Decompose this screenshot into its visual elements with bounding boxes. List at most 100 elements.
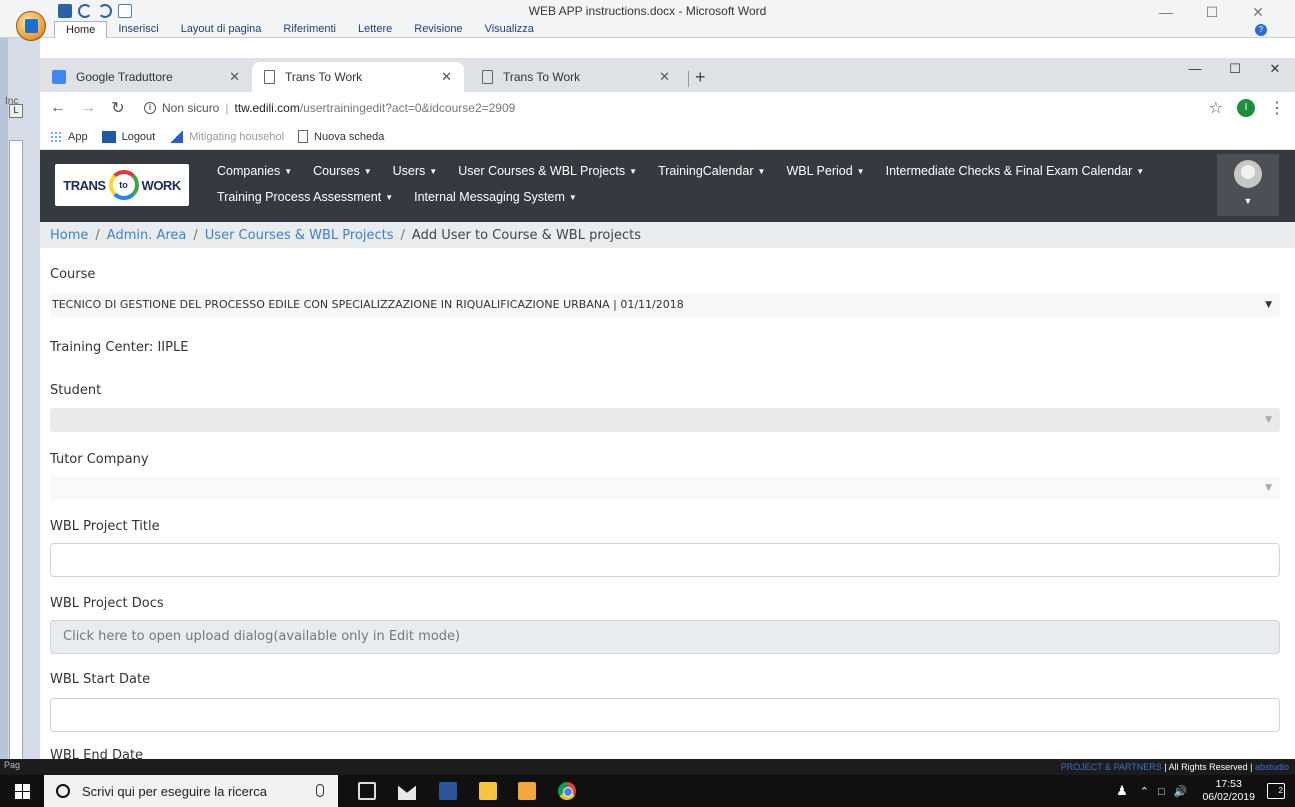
ruler-tab-selector[interactable]: L <box>9 104 23 118</box>
mail-icon[interactable] <box>398 785 416 800</box>
bookmark-nuova-scheda[interactable]: Nuova scheda <box>298 130 384 143</box>
nav-label: Companies <box>217 164 281 178</box>
word-title-bar: WEB APP instructions.docx - Microsoft Wo… <box>0 0 1295 38</box>
breadcrumb: Home / Admin. Area / User Courses & WBL … <box>40 222 1295 248</box>
tab-title: Trans To Work <box>285 70 363 84</box>
close-tab-icon[interactable]: ✕ <box>659 69 670 85</box>
microphone-icon[interactable] <box>316 784 324 797</box>
clock-time: 17:53 <box>1215 778 1242 790</box>
profile-avatar-icon[interactable]: I <box>1237 99 1255 117</box>
ribbon-tab-revisione[interactable]: Revisione <box>403 21 473 38</box>
browser-tab-trans-to-work[interactable]: Trans To Work ✕ <box>470 62 682 92</box>
chrome-icon[interactable] <box>558 782 576 800</box>
course-select[interactable]: TECNICO DI GESTIONE DEL PROCESSO EDILE C… <box>50 293 1280 317</box>
nav-messaging[interactable]: Internal Messaging System ▼ <box>414 190 577 204</box>
breadcrumb-separator: / <box>193 227 198 243</box>
vertical-ruler[interactable] <box>9 140 23 760</box>
ribbon-tab-home[interactable]: Home <box>54 21 108 38</box>
browser-tab-translate[interactable]: Google Traduttore ✕ <box>40 62 252 92</box>
bookmark-label: Logout <box>121 130 156 143</box>
notification-center-icon[interactable]: 2 <box>1267 783 1285 799</box>
nav-courses[interactable]: Courses ▼ <box>313 164 371 178</box>
menu-kebab-icon[interactable]: ⋮ <box>1269 98 1285 118</box>
ribbon-tab-visualizza[interactable]: Visualizza <box>474 21 545 38</box>
logo-ring-icon: to <box>108 170 139 200</box>
word-minimize-button[interactable]: — <box>1143 2 1189 22</box>
word-app-icon[interactable] <box>439 782 457 800</box>
bookmark-mitigating[interactable]: Mitigating househol <box>169 130 284 143</box>
bookmarks-bar: App Logout Mitigating househol Nuova sch… <box>40 124 1295 150</box>
bookmark-logout[interactable]: Logout <box>101 130 156 143</box>
wbl-project-title-input[interactable] <box>50 543 1280 577</box>
people-icon[interactable]: ♟ <box>1116 783 1128 799</box>
url-path: /usertrainingedit?act=0&idcourse2=2909 <box>299 101 516 115</box>
clock[interactable]: 17:53 06/02/2019 <box>1202 778 1255 804</box>
reload-icon[interactable]: ↻ <box>106 98 130 118</box>
task-view-icon[interactable] <box>358 782 376 800</box>
info-icon[interactable]: i <box>144 102 156 114</box>
back-arrow-icon[interactable]: ← <box>46 99 70 117</box>
word-ribbon-tabs: Home Inserisci Layout di pagina Riferime… <box>54 21 545 38</box>
address-bar[interactable]: i Non sicuro | ttw.edili.com/usertrainin… <box>144 96 1209 120</box>
word-maximize-button[interactable]: ☐ <box>1189 2 1235 22</box>
browser-minimize-button[interactable]: — <box>1175 58 1215 80</box>
close-tab-icon[interactable]: ✕ <box>441 69 452 85</box>
close-tab-icon[interactable]: ✕ <box>229 69 240 85</box>
logo-text-work: WORK <box>141 177 182 193</box>
course-selected-value: TECNICO DI GESTIONE DEL PROCESSO EDILE C… <box>52 298 684 311</box>
chevron-down-icon: ▼ <box>1265 300 1272 310</box>
nav-training-calendar[interactable]: TrainingCalendar ▼ <box>658 164 765 178</box>
nav-label: TrainingCalendar <box>658 164 754 178</box>
footer-studio-link[interactable]: abstudio <box>1255 762 1289 772</box>
word-close-button[interactable]: ✕ <box>1235 2 1281 22</box>
nav-wbl-period[interactable]: WBL Period ▼ <box>786 164 864 178</box>
logout-site-icon <box>101 130 116 143</box>
ribbon-tab-lettere[interactable]: Lettere <box>347 21 403 38</box>
wbl-start-date-label: WBL Start Date <box>50 672 151 687</box>
browser-maximize-button[interactable]: ☐ <box>1215 58 1255 80</box>
nav-row-primary: Companies ▼ Courses ▼ Users ▼ User Courses … <box>217 164 1144 178</box>
nav-label: Internal Messaging System <box>414 190 565 204</box>
tray-icons[interactable]: ⌃ □ 🔊 <box>1140 785 1191 798</box>
ribbon-tab-riferimenti[interactable]: Riferimenti <box>272 21 347 38</box>
help-icon[interactable]: ? <box>1255 24 1267 36</box>
file-explorer-icon[interactable] <box>479 782 497 800</box>
ribbon-tab-inserisci[interactable]: Inserisci <box>107 21 169 38</box>
start-button[interactable] <box>0 775 44 807</box>
nav-training-process[interactable]: Training Process Assessment ▼ <box>217 190 393 204</box>
forward-arrow-icon[interactable]: → <box>76 99 100 117</box>
tutor-company-select[interactable]: ▼ <box>50 476 1280 500</box>
caret-down-icon: ▼ <box>385 193 394 203</box>
breadcrumb-home[interactable]: Home <box>50 228 88 243</box>
nav-companies[interactable]: Companies ▼ <box>217 164 292 178</box>
browser-tab-trans-to-work-active[interactable]: Trans To Work ✕ <box>252 62 464 92</box>
notification-count: 2 <box>1278 786 1283 795</box>
user-menu[interactable]: ▼ <box>1217 154 1279 216</box>
ribbon-tab-layout[interactable]: Layout di pagina <box>170 21 273 38</box>
bookmark-star-icon[interactable]: ☆ <box>1209 98 1223 118</box>
chevron-down-icon: ▼ <box>1265 415 1272 425</box>
student-select[interactable]: ▼ <box>50 408 1280 432</box>
word-side-label-pag: Pag <box>4 760 21 770</box>
nav-label: Users <box>392 164 426 178</box>
new-tab-button[interactable]: + <box>695 67 706 88</box>
wbl-start-date-input[interactable] <box>50 698 1280 732</box>
bookmark-apps[interactable]: App <box>50 130 88 143</box>
nav-row-secondary: Training Process Assessment ▼ Internal Me… <box>217 190 577 204</box>
caret-down-icon: ▼ <box>1243 196 1253 206</box>
breadcrumb-admin-area[interactable]: Admin. Area <box>107 228 187 243</box>
nav-intermediate-checks[interactable]: Intermediate Checks & Final Exam Calenda… <box>886 164 1145 178</box>
office-button[interactable] <box>16 11 46 41</box>
footer-brand-link[interactable]: PROJECT & PARTNERS <box>1061 762 1162 772</box>
nav-user-courses[interactable]: User Courses & WBL Projects ▼ <box>458 164 637 178</box>
upload-dialog-button[interactable]: Click here to open upload dialog(availab… <box>50 620 1280 654</box>
outlook-icon[interactable] <box>518 782 536 800</box>
search-icon <box>56 784 70 798</box>
nav-users[interactable]: Users ▼ <box>393 164 438 178</box>
trans-to-work-logo[interactable]: TRANS to WORK <box>55 164 189 206</box>
browser-close-button[interactable]: ✕ <box>1255 58 1295 80</box>
breadcrumb-user-courses[interactable]: User Courses & WBL Projects <box>205 228 394 243</box>
web-app: TRANS to WORK Companies ▼ Courses ▼ Users ▼… <box>40 150 1295 767</box>
word-window-controls: — ☐ ✕ <box>1143 2 1281 22</box>
taskbar-search-box[interactable]: Scrivi qui per eseguire la ricerca <box>44 775 338 807</box>
